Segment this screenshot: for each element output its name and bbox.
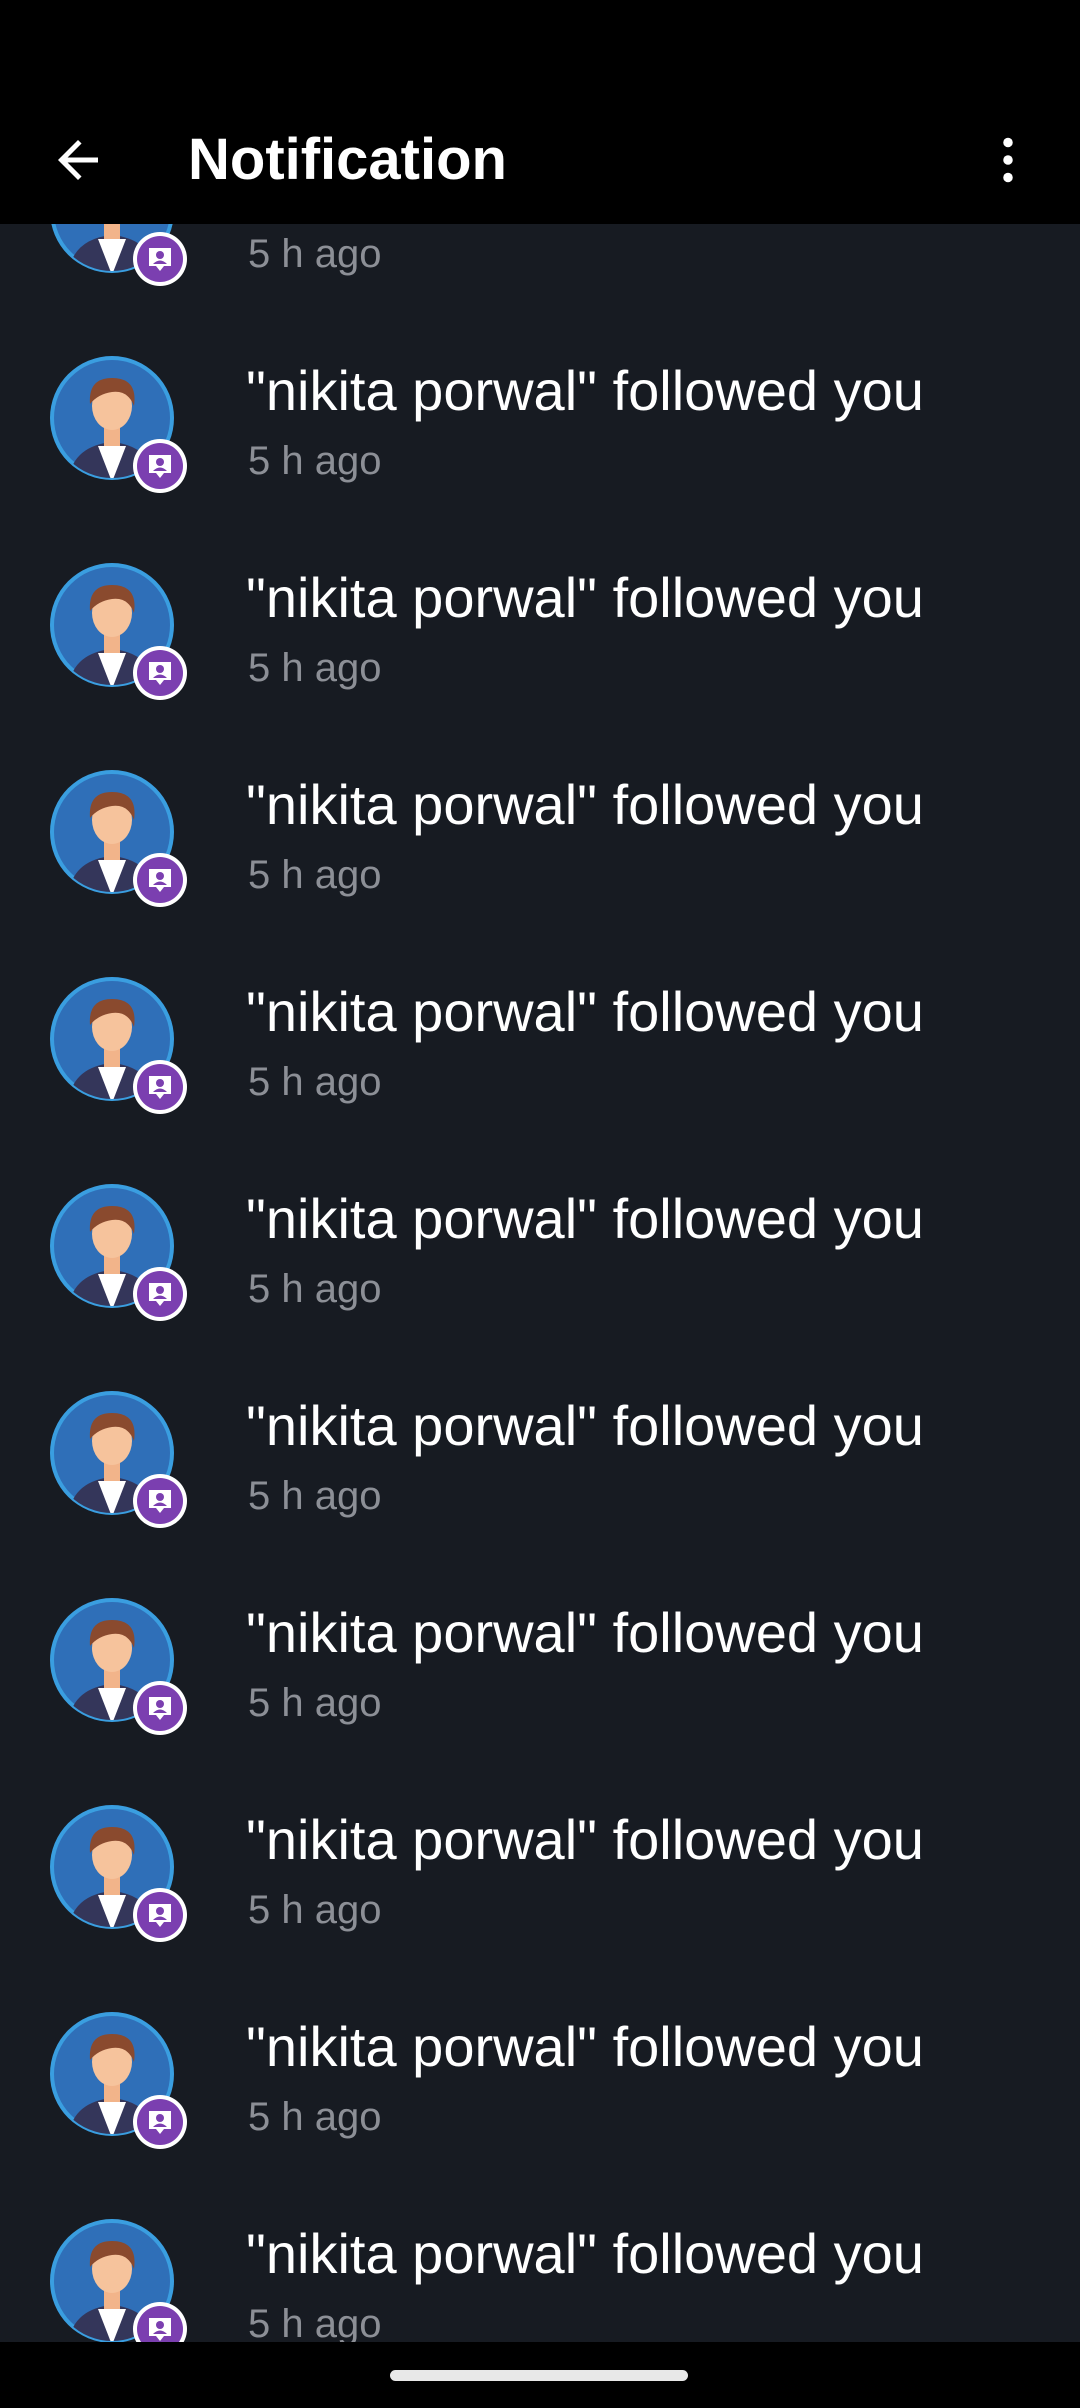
- notification-item[interactable]: "nikita porwal" followed you 5 h ago: [0, 516, 1080, 723]
- notification-item[interactable]: "nikita porwal" followed you 5 h ago: [0, 1758, 1080, 1965]
- follow-badge-icon: [133, 439, 187, 493]
- notification-message: "nikita porwal" followed you: [246, 359, 924, 422]
- notification-message: "nikita porwal" followed you: [246, 980, 924, 1043]
- notification-time: 5 h ago: [248, 1060, 382, 1104]
- follow-badge-icon: [133, 646, 187, 700]
- avatar[interactable]: [48, 354, 187, 493]
- notification-item[interactable]: "nikita porwal" followed you 5 h ago: [0, 1965, 1080, 2172]
- notification-message: "nikita porwal" followed you: [246, 1601, 924, 1664]
- follow-badge-icon: [133, 1888, 187, 1942]
- notification-item[interactable]: "nikita porwal" followed you 5 h ago: [0, 723, 1080, 930]
- app-bar: Notification: [0, 96, 1080, 224]
- follow-badge-icon: [133, 232, 187, 286]
- more-options-button[interactable]: [966, 118, 1050, 202]
- notification-message: "nikita porwal" followed you: [246, 773, 924, 836]
- notification-list[interactable]: "nikita porwal" followed you 5 h ago: [0, 224, 1080, 2342]
- follow-badge-icon: [133, 2302, 187, 2342]
- page-title: Notification: [188, 127, 507, 192]
- follow-badge-icon: [133, 1474, 187, 1528]
- avatar[interactable]: [48, 2010, 187, 2149]
- follow-badge-icon: [133, 853, 187, 907]
- system-navigation-bar: [0, 2342, 1080, 2408]
- notification-item[interactable]: "nikita porwal" followed you 5 h ago: [0, 2172, 1080, 2342]
- status-bar: [0, 0, 1080, 96]
- notification-item[interactable]: "nikita porwal" followed you 5 h ago: [0, 1344, 1080, 1551]
- notification-message: "nikita porwal" followed you: [246, 1808, 924, 1871]
- avatar[interactable]: [48, 2217, 187, 2342]
- back-button[interactable]: [36, 118, 120, 202]
- notification-message: "nikita porwal" followed you: [246, 2015, 924, 2078]
- home-indicator[interactable]: [390, 2370, 688, 2381]
- follow-badge-icon: [133, 1681, 187, 1735]
- avatar[interactable]: [48, 1803, 187, 1942]
- notification-item[interactable]: "nikita porwal" followed you 5 h ago: [0, 224, 1080, 309]
- avatar[interactable]: [48, 1596, 187, 1735]
- notification-item[interactable]: "nikita porwal" followed you 5 h ago: [0, 930, 1080, 1137]
- follow-badge-icon: [133, 1060, 187, 1114]
- arrow-left-icon: [58, 140, 98, 180]
- follow-badge-icon: [133, 2095, 187, 2149]
- notification-list-content: "nikita porwal" followed you 5 h ago: [0, 224, 1080, 2342]
- avatar[interactable]: [48, 561, 187, 700]
- notification-message: "nikita porwal" followed you: [246, 2222, 924, 2285]
- notification-item[interactable]: "nikita porwal" followed you 5 h ago: [0, 1551, 1080, 1758]
- notification-time: 5 h ago: [248, 439, 382, 483]
- notification-message: "nikita porwal" followed you: [246, 1394, 924, 1457]
- more-vertical-icon: [1003, 137, 1013, 183]
- notification-item[interactable]: "nikita porwal" followed you 5 h ago: [0, 1137, 1080, 1344]
- avatar[interactable]: [48, 975, 187, 1114]
- notification-time: 5 h ago: [248, 1474, 382, 1518]
- notification-time: 5 h ago: [248, 232, 382, 276]
- notification-time: 5 h ago: [248, 646, 382, 690]
- notification-time: 5 h ago: [248, 1267, 382, 1311]
- follow-badge-icon: [133, 1267, 187, 1321]
- notification-time: 5 h ago: [248, 1888, 382, 1932]
- avatar[interactable]: [48, 1389, 187, 1528]
- notification-time: 5 h ago: [248, 2302, 382, 2342]
- notification-time: 5 h ago: [248, 1681, 382, 1725]
- notification-screen: Notification 5 h ago "nikita porwal" fol…: [0, 0, 1080, 2408]
- avatar[interactable]: [48, 1182, 187, 1321]
- notification-time: 5 h ago: [248, 2095, 382, 2139]
- notification-item[interactable]: "nikita porwal" followed you 5 h ago: [0, 309, 1080, 516]
- notification-message: "nikita porwal" followed you: [246, 1187, 924, 1250]
- avatar[interactable]: [48, 224, 187, 286]
- notification-message: "nikita porwal" followed you: [246, 566, 924, 629]
- notification-time: 5 h ago: [248, 853, 382, 897]
- avatar[interactable]: [48, 768, 187, 907]
